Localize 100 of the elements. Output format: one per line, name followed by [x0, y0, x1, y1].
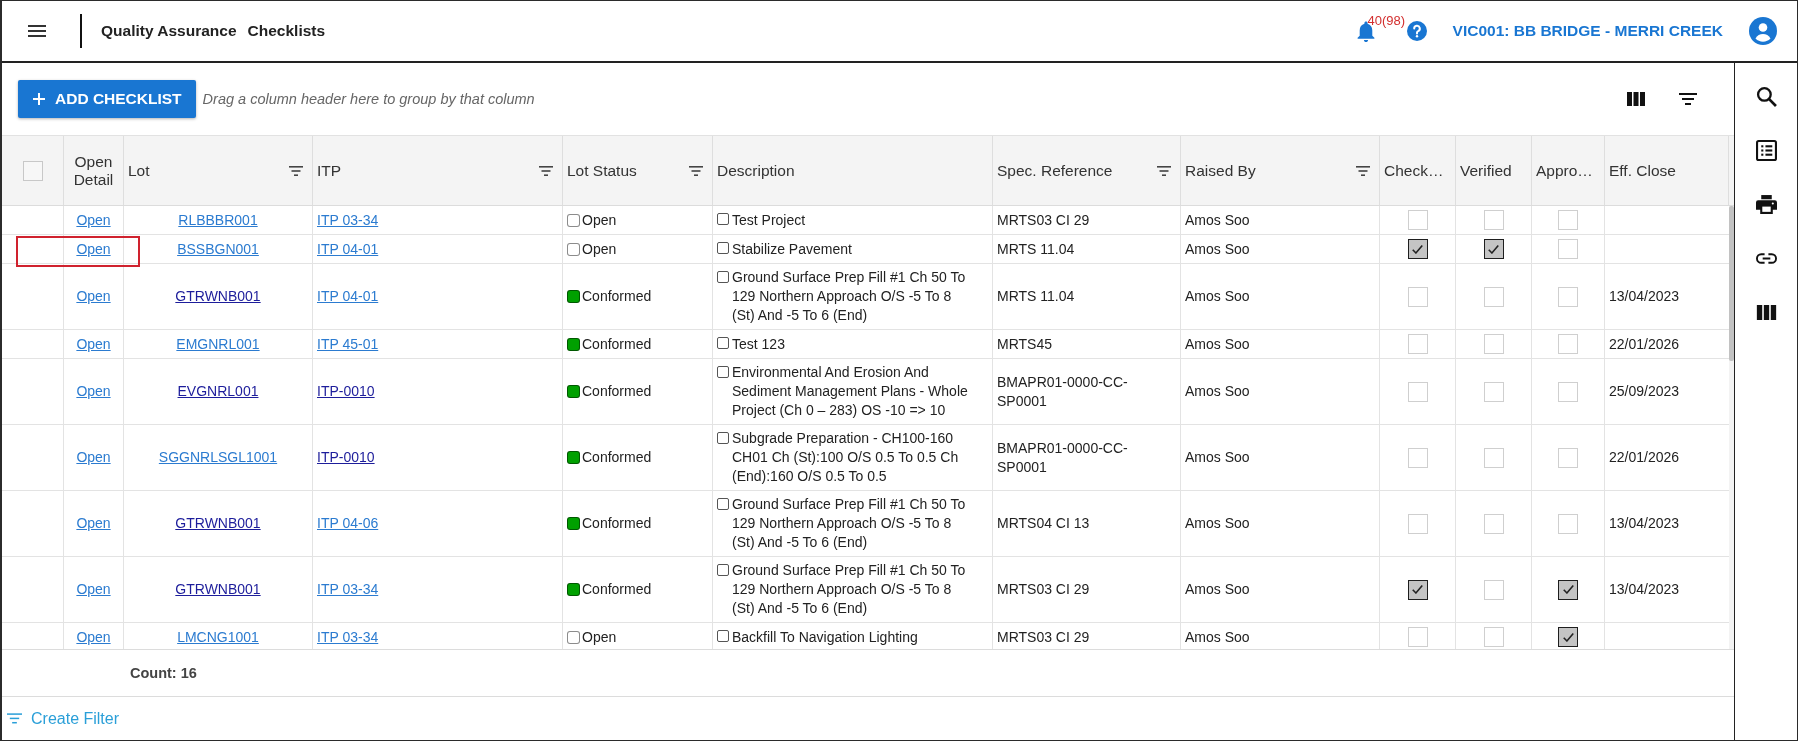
menu-icon[interactable] [28, 25, 46, 37]
raised-by-text: Amos Soo [1185, 448, 1250, 467]
itp-link[interactable]: ITP 03-34 [317, 210, 379, 230]
print-icon[interactable] [1755, 195, 1777, 214]
column-header[interactable]: Lot [128, 161, 150, 180]
filter-icon[interactable] [689, 165, 703, 176]
tick-icon [1488, 244, 1499, 254]
open-link[interactable]: Open [76, 382, 111, 401]
itp-link[interactable]: ITP 03-34 [317, 580, 379, 599]
raised-by-text: Amos Soo [1185, 287, 1250, 306]
eff-close-date: 13/04/2023 [1609, 287, 1680, 306]
select-all-checkbox[interactable] [22, 160, 43, 181]
column-header[interactable]: ITP [317, 161, 342, 180]
description-checkbox[interactable] [717, 242, 729, 254]
description-checkbox[interactable] [717, 271, 729, 283]
filter-icon[interactable] [1157, 165, 1171, 176]
eff-close-date: 22/01/2026 [1609, 334, 1680, 354]
create-filter-link[interactable]: Create Filter [7, 709, 120, 728]
link-icon[interactable] [1755, 253, 1777, 264]
description-text: Ground Surface Prep Fill #1 Ch 50 To 129 Northern Approach O/S -5 To 8 (St) And -5 To 6 (End) [732, 561, 967, 618]
open-link[interactable]: Open [76, 514, 111, 533]
column-header[interactable]: Description [717, 161, 795, 180]
open-link[interactable]: Open [76, 334, 111, 354]
column-header[interactable]: Verified [1460, 161, 1512, 180]
column-header[interactable]: Open Detail [66, 152, 121, 189]
description-text: Ground Surface Prep Fill #1 Ch 50 To 129 Northern Approach O/S -5 To 8 (St) And -5 To 6 (End) [732, 268, 967, 325]
approved-checkbox[interactable] [1558, 627, 1578, 647]
spec-reference-text: BMAPR01-0000-CC-SP0001 [997, 372, 1129, 411]
lot-link[interactable]: GTRWNB001 [175, 287, 261, 306]
description-checkbox[interactable] [717, 630, 729, 642]
eff-close-date: 13/04/2023 [1609, 514, 1680, 533]
checked-checkbox[interactable] [1407, 579, 1428, 600]
description-checkbox[interactable] [717, 366, 729, 378]
column-header[interactable]: Raised By [1185, 161, 1256, 180]
itp-link[interactable]: ITP 04-01 [317, 239, 379, 259]
raised-by-text: Amos Soo [1185, 627, 1250, 647]
column-header[interactable]: Check… [1384, 161, 1444, 180]
filter-icon[interactable] [539, 165, 553, 176]
open-link[interactable]: Open [76, 210, 111, 230]
itp-link[interactable]: ITP-0010 [317, 448, 375, 467]
scrollbar-thumb[interactable] [1729, 206, 1734, 361]
lot-status-text: Conformed [582, 514, 652, 533]
spec-reference-text: MRTS 11.04 [997, 239, 1075, 259]
columns-icon[interactable] [1627, 92, 1645, 106]
lot-link[interactable]: EMGNRL001 [176, 334, 260, 354]
lot-status-text: Conformed [582, 448, 652, 467]
open-link[interactable]: Open [76, 287, 111, 306]
itp-link[interactable]: ITP 45-01 [317, 334, 379, 354]
description-checkbox[interactable] [717, 432, 729, 444]
spec-reference-text: MRTS03 CI 29 [997, 210, 1090, 230]
spec-reference-text: MRTS03 CI 29 [997, 580, 1090, 599]
lot-status-text: Open [582, 210, 617, 230]
eff-close-date: 22/01/2026 [1609, 448, 1680, 467]
column-header[interactable]: Lot Status [567, 161, 637, 180]
column-header[interactable]: Eff. Close [1609, 161, 1676, 180]
search-icon[interactable] [1755, 86, 1777, 107]
lot-link[interactable]: EVGNRL001 [177, 382, 259, 401]
lot-link[interactable]: BSSBGN001 [177, 239, 259, 259]
lot-link[interactable]: GTRWNB001 [175, 514, 261, 533]
lot-link[interactable]: RLBBBR001 [178, 210, 258, 230]
raised-by-text: Amos Soo [1185, 382, 1250, 401]
project-name[interactable]: VIC001: BB BRIDGE - MERRI CREEK [1452, 22, 1723, 40]
spec-reference-text: MRTS 11.04 [997, 287, 1075, 306]
column-header[interactable]: Spec. Reference [997, 161, 1113, 180]
itp-link[interactable]: ITP-0010 [317, 382, 375, 401]
description-text: Environmental And Erosion And Sediment Management Plans - Whole Project (Ch 0 – 283) OS -10 => 10 [732, 363, 969, 420]
lot-status-text: Open [582, 239, 617, 259]
tick-icon [1412, 585, 1423, 594]
add-checklist-button[interactable]: ADD CHECKLIST [18, 80, 196, 118]
description-checkbox[interactable] [717, 213, 729, 225]
lot-link[interactable]: LMCNG1001 [177, 627, 259, 647]
filter-icon[interactable] [289, 165, 303, 176]
open-link[interactable]: Open [76, 239, 111, 259]
verified-checkbox[interactable] [1483, 239, 1504, 259]
open-link[interactable]: Open [76, 627, 111, 647]
filter-icon[interactable] [1356, 165, 1370, 176]
approved-checkbox[interactable] [1558, 579, 1578, 600]
itp-link[interactable]: ITP 04-06 [317, 514, 379, 533]
list-icon[interactable] [1755, 140, 1777, 161]
avatar-icon[interactable] [1749, 17, 1777, 45]
lot-status-text: Conformed [582, 334, 652, 354]
checked-checkbox[interactable] [1407, 239, 1428, 259]
itp-link[interactable]: ITP 03-34 [317, 627, 379, 647]
open-link[interactable]: Open [76, 580, 111, 599]
description-text: Ground Surface Prep Fill #1 Ch 50 To 129 Northern Approach O/S -5 To 8 (St) And -5 To 6 (End) [732, 495, 967, 552]
raised-by-text: Amos Soo [1185, 514, 1250, 533]
description-text: Test 123 [732, 334, 785, 354]
columns-icon[interactable] [1755, 305, 1777, 320]
description-checkbox[interactable] [717, 564, 729, 576]
description-checkbox[interactable] [717, 498, 729, 510]
help-icon[interactable] [1406, 21, 1427, 41]
itp-link[interactable]: ITP 04-01 [317, 287, 379, 306]
lot-link[interactable]: GTRWNB001 [175, 580, 261, 599]
filter-icon[interactable] [1679, 93, 1697, 105]
app-title: Quality Assurance [101, 22, 237, 40]
description-checkbox[interactable] [717, 337, 729, 349]
open-link[interactable]: Open [76, 448, 111, 467]
lot-link[interactable]: SGGNRLSGL1001 [158, 448, 278, 467]
column-header[interactable]: Appro… [1536, 161, 1593, 180]
lot-status-text: Conformed [582, 382, 652, 401]
